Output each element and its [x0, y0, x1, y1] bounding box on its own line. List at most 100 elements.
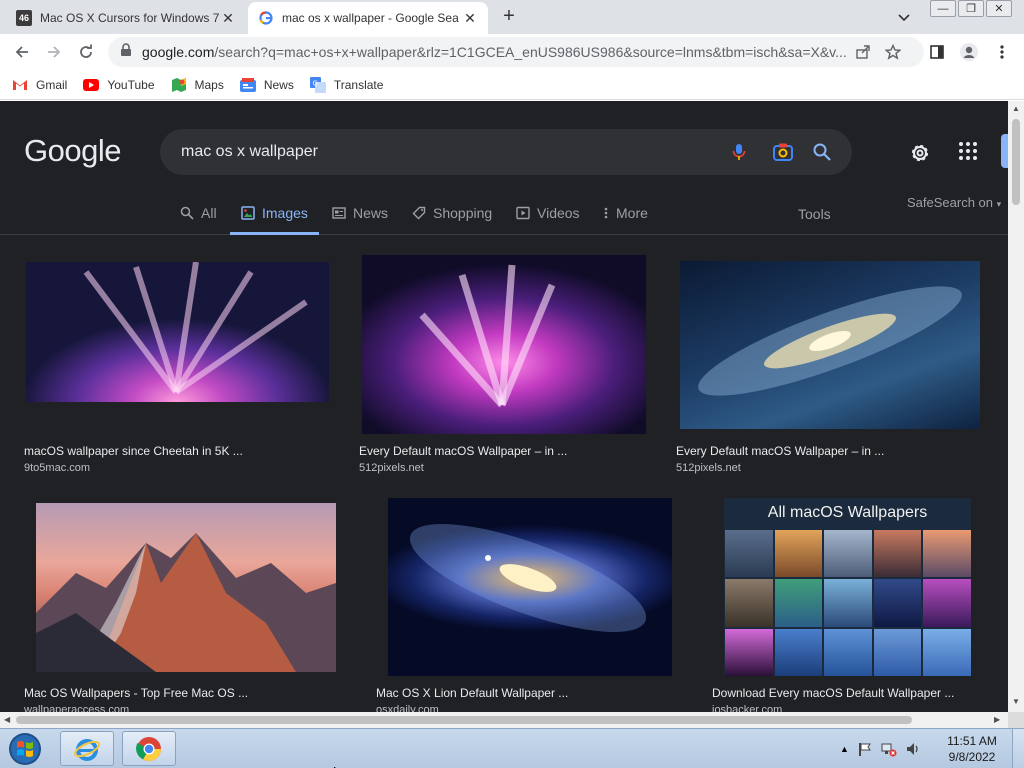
start-button[interactable]	[2, 730, 48, 768]
caret-down-icon: ▾	[996, 199, 1002, 209]
url-text: google.com/search?q=mac+os+x+wallpaper&r…	[142, 44, 924, 60]
horizontal-scroll-thumb[interactable]	[16, 716, 912, 724]
maximize-button[interactable]: ❐	[958, 0, 984, 17]
result-title[interactable]: Mac OS Wallpapers - Top Free Mac OS ...	[24, 686, 248, 700]
clock-date: 9/8/2022	[948, 750, 996, 764]
tab-label: News	[353, 205, 389, 221]
tab-images[interactable]: Images	[230, 201, 319, 235]
tab-more[interactable]: More	[603, 201, 648, 235]
youtube-icon	[83, 77, 100, 93]
result-site: wallpaperaccess.com	[24, 704, 130, 712]
network-warning-icon[interactable]	[881, 741, 897, 757]
back-button[interactable]	[12, 42, 32, 62]
result-title[interactable]: Download Every macOS Default Wallpaper .…	[712, 686, 954, 700]
close-tab-icon[interactable]: ✕	[462, 10, 478, 27]
bookmark-label: News	[263, 77, 294, 92]
volume-speaker-icon[interactable]	[905, 741, 921, 757]
share-icon[interactable]	[848, 44, 878, 60]
bookmark-news[interactable]: News	[239, 77, 294, 93]
browser-tab-cursors[interactable]: 46 Mac OS X Cursors for Windows 7 ✕	[6, 2, 246, 34]
result-title[interactable]: Mac OS X Lion Default Wallpaper ...	[376, 686, 568, 700]
safesearch-toggle[interactable]: SafeSearch on ▾	[907, 195, 1001, 210]
profile-avatar-icon[interactable]	[959, 42, 979, 62]
sign-in-button[interactable]	[1001, 134, 1008, 168]
bookmark-label: Maps	[194, 77, 224, 92]
search-box[interactable]: mac os x wallpaper	[160, 129, 852, 175]
bookmark-label: Gmail	[36, 77, 68, 92]
tools-button[interactable]: Tools	[798, 206, 831, 222]
maps-icon	[171, 77, 187, 93]
result-thumbnail[interactable]	[388, 498, 672, 676]
tag-icon	[412, 206, 426, 220]
scroll-right-arrow-icon[interactable]: ▶	[994, 715, 1000, 724]
google-apps-grid-icon[interactable]	[958, 141, 982, 165]
tab-title: mac os x wallpaper - Google Sea	[282, 11, 459, 25]
settings-gear-icon[interactable]	[908, 141, 932, 165]
scroll-up-arrow-icon[interactable]: ▲	[1012, 104, 1020, 113]
reload-button[interactable]	[76, 42, 96, 62]
browser-tab-google[interactable]: mac os x wallpaper - Google Sea ✕	[248, 2, 488, 34]
tab-search-chevron-icon[interactable]	[896, 9, 912, 25]
vertical-scroll-thumb[interactable]	[1012, 119, 1020, 205]
tab-favicon: 46	[16, 10, 32, 26]
tab-news[interactable]: News	[332, 201, 388, 235]
bookmark-youtube[interactable]: YouTube	[83, 77, 155, 93]
show-desktop-button[interactable]	[1012, 729, 1024, 768]
result-site: iosbacker.com	[712, 704, 783, 712]
tab-videos[interactable]: Videos	[516, 201, 580, 235]
forward-button[interactable]	[44, 42, 64, 62]
close-tab-icon[interactable]: ✕	[220, 10, 236, 27]
result-thumbnail[interactable]	[362, 255, 646, 434]
search-icon[interactable]	[812, 142, 832, 162]
tab-label: Videos	[537, 205, 580, 221]
scroll-down-arrow-icon[interactable]: ▼	[1012, 697, 1020, 706]
tab-shopping[interactable]: Shopping	[412, 201, 492, 235]
bookmark-star-icon[interactable]	[878, 44, 908, 60]
url-host: google.com	[142, 44, 215, 60]
minimize-button[interactable]: —	[930, 0, 956, 17]
search-icon	[180, 206, 194, 220]
result-thumbnail[interactable]	[680, 261, 980, 429]
microphone-icon[interactable]	[729, 142, 749, 162]
wallpaper-grid	[725, 530, 971, 676]
bookmark-translate[interactable]: G Translate	[309, 76, 383, 93]
action-center-flag-icon[interactable]	[857, 741, 873, 757]
new-tab-button[interactable]: +	[498, 6, 520, 28]
vertical-scrollbar[interactable]: ▲ ▼	[1008, 101, 1024, 712]
tab-label: All	[201, 205, 217, 221]
collage-heading: All macOS Wallpapers	[767, 504, 928, 521]
result-title[interactable]: Every Default macOS Wallpaper – in ...	[359, 444, 567, 458]
horizontal-scrollbar[interactable]: ◀ ▶	[0, 712, 1008, 728]
close-window-button[interactable]: ✕	[986, 0, 1012, 17]
result-site: 512pixels.net	[676, 462, 741, 474]
address-bar[interactable]: google.com/search?q=mac+os+x+wallpaper&r…	[108, 37, 924, 67]
result-title[interactable]: Every Default macOS Wallpaper – in ...	[676, 444, 884, 458]
search-tabs: All Images News Shopping Videos More	[0, 197, 1008, 235]
bookmark-maps[interactable]: Maps	[171, 77, 224, 93]
result-thumbnail[interactable]	[26, 262, 329, 402]
google-images-page: Google mac os x wallpaper All Images New…	[0, 101, 1008, 712]
result-site: 512pixels.net	[359, 462, 424, 474]
camera-lens-icon[interactable]	[772, 142, 793, 162]
tab-label: Shopping	[433, 205, 493, 221]
chrome-taskbar-icon[interactable]	[122, 731, 176, 766]
scroll-left-arrow-icon[interactable]: ◀	[4, 715, 10, 724]
google-favicon-icon	[258, 10, 274, 26]
lock-icon[interactable]	[120, 42, 134, 62]
google-logo[interactable]: Google	[24, 133, 121, 169]
window-controls: — ❐ ✕	[928, 0, 1012, 17]
result-thumbnail[interactable]	[36, 503, 336, 672]
result-title[interactable]: macOS wallpaper since Cheetah in 5K ...	[24, 444, 243, 458]
show-hidden-icons-arrow-icon[interactable]: ▲	[840, 744, 849, 754]
system-tray: ▲	[840, 729, 929, 768]
side-panel-icon[interactable]	[927, 42, 947, 62]
tab-all[interactable]: All	[180, 201, 217, 235]
internet-explorer-taskbar-icon[interactable]	[60, 731, 114, 766]
taskbar-clock[interactable]: 11:51 AM 9/8/2022	[938, 733, 1006, 765]
menu-kebab-icon[interactable]	[992, 42, 1012, 62]
url-path: /search?q=mac+os+x+wallpaper&rlz=1C1GCEA…	[214, 44, 847, 60]
search-input[interactable]: mac os x wallpaper	[181, 143, 318, 161]
tab-strip: 46 Mac OS X Cursors for Windows 7 ✕ mac …	[0, 0, 1024, 34]
bookmark-gmail[interactable]: Gmail	[12, 77, 67, 93]
result-thumbnail[interactable]: All macOS Wallpapers	[724, 498, 971, 676]
